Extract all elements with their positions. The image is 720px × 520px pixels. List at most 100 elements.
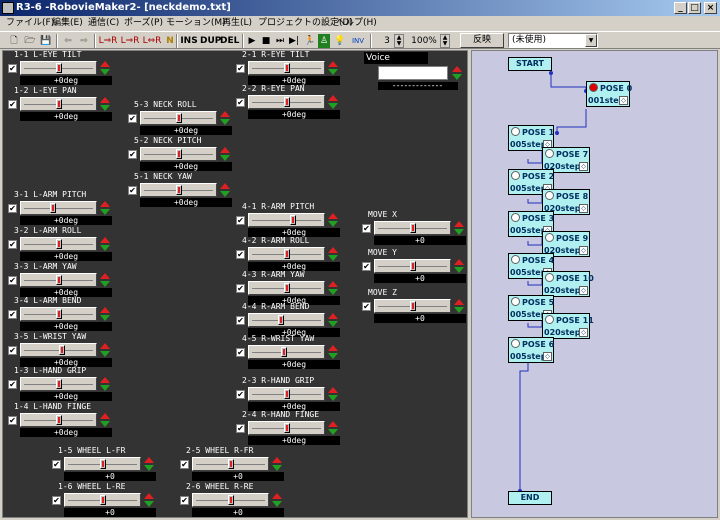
arrow-back-icon[interactable]: ⇦: [62, 34, 74, 48]
arrow-up-icon[interactable]: [100, 377, 110, 383]
voice-select[interactable]: (未使用) ▼: [508, 33, 598, 48]
joint-slider[interactable]: [20, 377, 97, 391]
joint-enable-checkbox[interactable]: ✔: [236, 98, 245, 107]
joint-enable-checkbox[interactable]: ✔: [8, 310, 17, 319]
delete-button[interactable]: DEL: [220, 34, 239, 48]
menu-motion[interactable]: モーション(M): [166, 16, 226, 30]
duplicate-button[interactable]: DUP: [200, 34, 221, 48]
joint-enable-checkbox[interactable]: ✔: [8, 240, 17, 249]
arrow-up-icon[interactable]: [144, 493, 154, 499]
mirror-left-icon[interactable]: L⇒R: [98, 34, 118, 48]
menu-file[interactable]: ファイル(F): [6, 16, 54, 30]
arrow-forward-icon[interactable]: ⇨: [78, 34, 90, 48]
arrow-down-icon[interactable]: [328, 289, 338, 295]
arrow-up-icon[interactable]: [272, 493, 282, 499]
joint-slider[interactable]: [248, 95, 325, 109]
joint-slider[interactable]: [192, 457, 269, 471]
joint-enable-checkbox[interactable]: ✔: [8, 100, 17, 109]
arrow-down-icon[interactable]: [100, 385, 110, 391]
expand-arrow-icon[interactable]: ◇: [579, 162, 588, 171]
joint-enable-checkbox[interactable]: ✔: [236, 250, 245, 259]
joint-slider[interactable]: [248, 247, 325, 261]
arrow-down-icon[interactable]: [328, 255, 338, 261]
joint-updown[interactable]: [328, 95, 339, 109]
slider-thumb[interactable]: [410, 301, 416, 311]
slider-thumb[interactable]: [410, 261, 416, 271]
arrow-down-icon[interactable]: [328, 103, 338, 109]
arrow-up-icon[interactable]: [328, 247, 338, 253]
slider-thumb[interactable]: [284, 97, 290, 107]
slider-thumb[interactable]: [284, 249, 290, 259]
arrow-up-icon[interactable]: [328, 345, 338, 351]
joint-slider[interactable]: [248, 387, 325, 401]
joint-slider[interactable]: [20, 273, 97, 287]
fast-forward-icon[interactable]: ⏭: [274, 34, 286, 48]
arrow-up-icon[interactable]: [454, 259, 464, 265]
joint-updown[interactable]: [328, 313, 339, 327]
joint-enable-checkbox[interactable]: ✔: [52, 460, 61, 469]
joint-updown[interactable]: [100, 237, 111, 251]
menu-help[interactable]: ヘルプ(H): [336, 16, 377, 30]
inverse-button[interactable]: INV: [350, 34, 366, 48]
count-spinner[interactable]: ▲ ▼: [394, 34, 404, 48]
close-button[interactable]: ×: [704, 2, 717, 14]
menu-pose[interactable]: ポーズ(P): [124, 16, 163, 30]
joint-updown[interactable]: [144, 457, 155, 471]
slider-thumb[interactable]: [228, 495, 234, 505]
arrow-up-icon[interactable]: [220, 111, 230, 117]
arrow-down-icon[interactable]: [220, 155, 230, 161]
arrow-up-icon[interactable]: [144, 457, 154, 463]
joint-updown[interactable]: [454, 259, 465, 273]
joint-enable-checkbox[interactable]: ✔: [180, 496, 189, 505]
arrow-down-icon[interactable]: [100, 69, 110, 75]
apply-button[interactable]: 反映: [460, 33, 504, 48]
joint-enable-checkbox[interactable]: ✔: [236, 390, 245, 399]
joint-slider[interactable]: [374, 299, 451, 313]
joint-enable-checkbox[interactable]: ✔: [362, 224, 371, 233]
arrow-up-icon[interactable]: [328, 421, 338, 427]
arrow-down-icon[interactable]: [328, 395, 338, 401]
arrow-up-icon[interactable]: [454, 221, 464, 227]
joint-slider[interactable]: [374, 221, 451, 235]
slider-thumb[interactable]: [59, 345, 66, 355]
joint-enable-checkbox[interactable]: ✔: [128, 114, 137, 123]
robot-stand-icon[interactable]: ♙: [318, 34, 330, 48]
arrow-up-icon[interactable]: [272, 457, 282, 463]
arrow-down-icon[interactable]: [328, 353, 338, 359]
pose-node-p0[interactable]: POSE 0 001step ◇: [586, 81, 632, 107]
arrow-down-icon[interactable]: [144, 465, 154, 471]
joint-slider[interactable]: [64, 457, 141, 471]
joint-slider[interactable]: [20, 343, 97, 357]
arrow-up-icon[interactable]: [100, 343, 110, 349]
expand-arrow-icon[interactable]: ◇: [579, 204, 588, 213]
joint-slider[interactable]: [248, 345, 325, 359]
arrow-down-icon[interactable]: [100, 315, 110, 321]
slider-thumb[interactable]: [228, 459, 234, 469]
arrow-down-icon[interactable]: [100, 245, 110, 251]
joint-updown[interactable]: [100, 307, 111, 321]
joint-enable-checkbox[interactable]: ✔: [236, 64, 245, 73]
joint-slider[interactable]: [192, 493, 269, 507]
slider-thumb[interactable]: [56, 63, 62, 73]
arrow-down-icon[interactable]: [144, 501, 154, 507]
joint-enable-checkbox[interactable]: ✔: [8, 416, 17, 425]
joint-slider[interactable]: [248, 281, 325, 295]
arrow-up-icon[interactable]: [328, 281, 338, 287]
arrow-up-icon[interactable]: [100, 97, 110, 103]
joint-updown[interactable]: [100, 61, 111, 75]
slider-thumb[interactable]: [284, 423, 290, 433]
slider-thumb[interactable]: [176, 113, 182, 123]
joint-slider[interactable]: [20, 413, 97, 427]
maximize-button[interactable]: □: [688, 2, 701, 14]
joint-updown[interactable]: [100, 273, 111, 287]
slider-thumb[interactable]: [56, 415, 62, 425]
joint-slider[interactable]: [20, 61, 97, 75]
arrow-up-icon[interactable]: [220, 147, 230, 153]
arrow-up-icon[interactable]: [328, 313, 338, 319]
joint-enable-checkbox[interactable]: ✔: [180, 460, 189, 469]
slider-thumb[interactable]: [284, 63, 290, 73]
arrow-up-icon[interactable]: [100, 307, 110, 313]
joint-slider[interactable]: [248, 421, 325, 435]
slider-thumb[interactable]: [284, 283, 290, 293]
arrow-up-icon[interactable]: [100, 413, 110, 419]
